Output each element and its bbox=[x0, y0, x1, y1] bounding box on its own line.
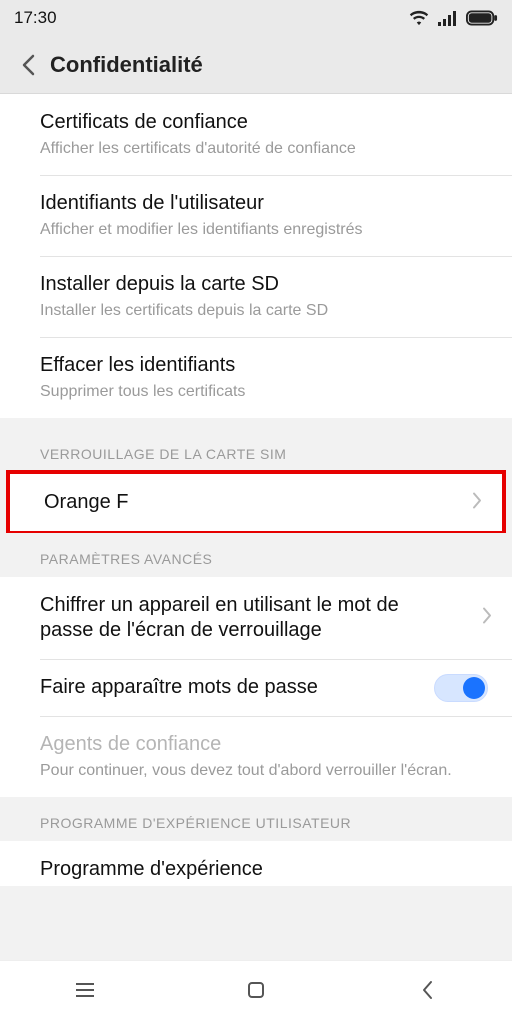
group-ux: Programme d'expérience bbox=[0, 841, 512, 886]
row-title: Effacer les identifiants bbox=[40, 353, 472, 378]
row-title: Chiffrer un appareil en utilisant le mot… bbox=[40, 593, 456, 643]
chevron-right-icon bbox=[472, 491, 482, 514]
status-icons bbox=[408, 10, 498, 26]
row-title: Programme d'expérience bbox=[40, 857, 472, 882]
chevron-left-icon bbox=[420, 979, 434, 1006]
row-title: Installer depuis la carte SD bbox=[40, 272, 472, 297]
group-credentials: Certificats de confiance Afficher les ce… bbox=[0, 94, 512, 418]
annotation-highlight: Orange F bbox=[6, 470, 506, 535]
row-subtitle: Supprimer tous les certificats bbox=[40, 382, 472, 402]
battery-icon bbox=[466, 10, 498, 26]
app-header: Confidentialité bbox=[0, 36, 512, 94]
row-subtitle: Afficher et modifier les identifiants en… bbox=[40, 220, 472, 240]
section-ux-program: PROGRAMME D'EXPÉRIENCE UTILISATEUR bbox=[0, 797, 512, 841]
toggle-show-passwords[interactable] bbox=[434, 674, 488, 702]
chevron-right-icon bbox=[482, 607, 492, 630]
wifi-icon bbox=[408, 10, 430, 26]
section-advanced: PARAMÈTRES AVANCÉS bbox=[0, 533, 512, 577]
row-subtitle: Afficher les certificats d'autorité de c… bbox=[40, 139, 472, 159]
chevron-left-icon bbox=[21, 54, 35, 76]
row-title: Orange F bbox=[44, 490, 446, 515]
nav-home-button[interactable] bbox=[226, 973, 286, 1013]
menu-icon bbox=[74, 981, 96, 1004]
page-title: Confidentialité bbox=[50, 52, 203, 78]
row-encrypt-device[interactable]: Chiffrer un appareil en utilisant le mot… bbox=[0, 577, 512, 659]
section-sim-lock: VERROUILLAGE DE LA CARTE SIM bbox=[0, 418, 512, 472]
row-user-credentials[interactable]: Identifiants de l'utilisateur Afficher e… bbox=[0, 175, 512, 256]
row-trust-agents: Agents de confiance Pour continuer, vous… bbox=[0, 716, 512, 797]
signal-icon bbox=[438, 10, 458, 26]
row-subtitle: Pour continuer, vous devez tout d'abord … bbox=[40, 761, 472, 781]
phone-frame: 17:30 Confidentialité Certificats de con… bbox=[0, 0, 512, 1024]
status-bar: 17:30 bbox=[0, 0, 512, 36]
row-sim-orange[interactable]: Orange F bbox=[10, 474, 502, 531]
square-icon bbox=[246, 980, 266, 1005]
row-show-passwords[interactable]: Faire apparaître mots de passe bbox=[0, 659, 512, 716]
nav-back-button[interactable] bbox=[397, 973, 457, 1013]
content-scroll[interactable]: Certificats de confiance Afficher les ce… bbox=[0, 94, 512, 960]
system-nav-bar bbox=[0, 960, 512, 1024]
row-clear-credentials[interactable]: Effacer les identifiants Supprimer tous … bbox=[0, 337, 512, 418]
row-install-from-sd[interactable]: Installer depuis la carte SD Installer l… bbox=[0, 256, 512, 337]
back-button[interactable] bbox=[14, 51, 42, 79]
row-trusted-certificates[interactable]: Certificats de confiance Afficher les ce… bbox=[0, 94, 512, 175]
row-title: Faire apparaître mots de passe bbox=[40, 675, 472, 700]
row-title: Certificats de confiance bbox=[40, 110, 472, 135]
row-title: Agents de confiance bbox=[40, 732, 472, 757]
nav-recents-button[interactable] bbox=[55, 973, 115, 1013]
status-time: 17:30 bbox=[14, 8, 57, 28]
row-title: Identifiants de l'utilisateur bbox=[40, 191, 472, 216]
group-advanced: Chiffrer un appareil en utilisant le mot… bbox=[0, 577, 512, 797]
row-subtitle: Installer les certificats depuis la cart… bbox=[40, 301, 472, 321]
row-experience-program[interactable]: Programme d'expérience bbox=[0, 841, 512, 886]
